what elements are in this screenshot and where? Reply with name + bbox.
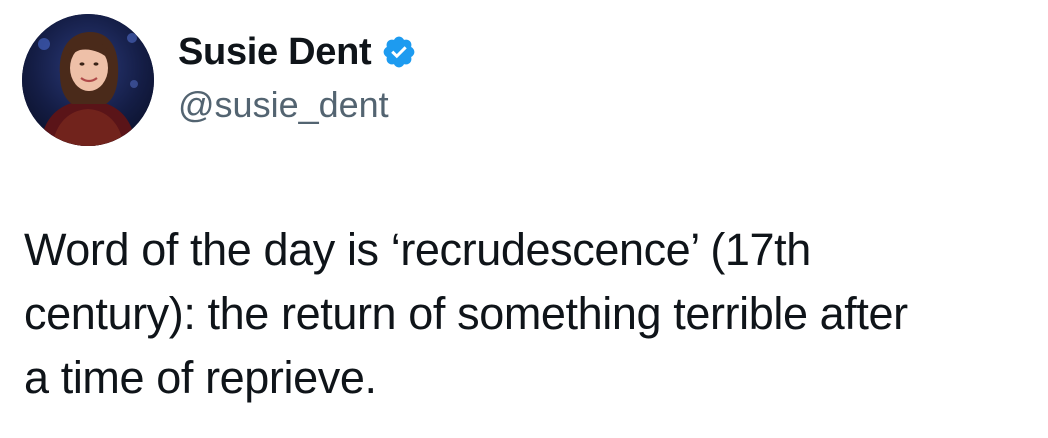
tweet-text-line: a time of reprieve. [24, 352, 377, 403]
avatar[interactable] [22, 14, 154, 146]
avatar-photo [22, 14, 154, 146]
author-handle[interactable]: @susie_dent [178, 84, 389, 126]
author-name-row: Susie Dent [178, 28, 417, 76]
tweet-card: Susie Dent @susie_dent Word of the day i… [0, 0, 1048, 438]
verified-badge-icon [381, 34, 417, 70]
tweet-text-line: Word of the day is ‘recrudescence’ (17th [24, 224, 811, 275]
tweet-text-line: century): the return of something terrib… [24, 288, 908, 339]
display-name[interactable]: Susie Dent [178, 31, 372, 74]
tweet-text: Word of the day is ‘recrudescence’ (17th… [24, 218, 1034, 410]
